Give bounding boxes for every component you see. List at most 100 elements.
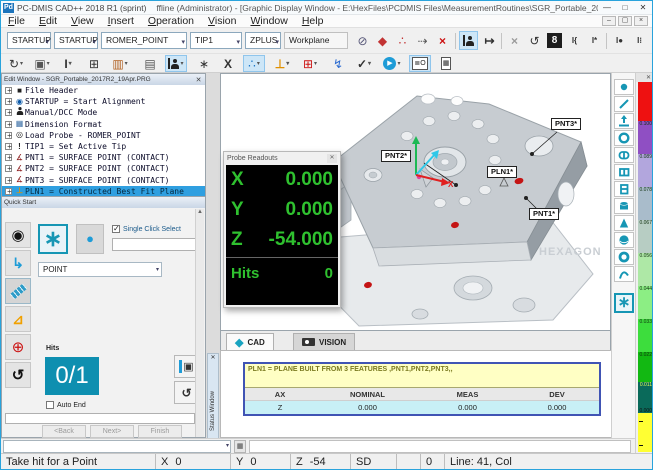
next-button[interactable]: Next> (90, 425, 134, 438)
minimize-button[interactable]: — (598, 2, 616, 13)
feature-label-pnt2[interactable]: PNT2* (381, 150, 411, 162)
finish-button[interactable]: Finish (138, 425, 182, 438)
plane-feature-icon[interactable] (614, 113, 634, 129)
manual-mode-icon[interactable] (459, 31, 478, 50)
auto-feature-button[interactable]: ∗ (38, 224, 68, 254)
expand-icon[interactable] (5, 98, 12, 105)
menu-help[interactable]: Help (295, 15, 331, 28)
scan-points-icon[interactable]: ⇢ (413, 31, 432, 50)
torus-feature-icon[interactable] (614, 249, 634, 265)
expand-icon[interactable] (5, 121, 12, 128)
color-scale-header[interactable]: ✕ (636, 73, 653, 82)
feature-label-pln1[interactable]: PLN1* (487, 166, 517, 178)
expand-icon[interactable] (5, 165, 12, 172)
feature-label-pnt1[interactable]: PNT1* (529, 208, 559, 220)
single-click-input[interactable] (112, 238, 198, 251)
program-mode-icon[interactable]: 8 (545, 31, 564, 50)
point-cloud-icon[interactable]: ∴ (393, 31, 412, 50)
circle-feature-icon[interactable] (614, 130, 634, 146)
curve-feature-icon[interactable] (614, 266, 634, 282)
mdi-close-button[interactable]: × (634, 16, 648, 26)
probe-readouts-close-icon[interactable]: ✕ (327, 154, 337, 163)
translate-view-icon[interactable]: ⊞ (83, 55, 105, 72)
alignment-mode-button[interactable]: ↳ (5, 250, 31, 276)
menu-file[interactable]: File (1, 15, 32, 28)
tools-icon[interactable]: X (217, 55, 239, 72)
probe-readouts-header[interactable]: Probe Readouts ✕ (224, 152, 340, 165)
menu-view[interactable]: View (64, 15, 101, 28)
menu-edit[interactable]: Edit (32, 15, 64, 28)
target-mode-button[interactable]: ⊕ (5, 334, 31, 360)
probe-readouts-window[interactable]: Probe Readouts ✕ X0.000 Y0.000 Z-54.000 … (223, 151, 341, 308)
sphere-feature-icon[interactable] (614, 232, 634, 248)
menu-vision[interactable]: Vision (201, 15, 243, 28)
hits-expand-icon[interactable]: I* (585, 31, 604, 50)
pointcloud-ops-icon[interactable]: ∴▾ (243, 55, 265, 72)
notch-feature-icon[interactable] (614, 181, 634, 197)
probe-readout-window-icon[interactable]: ≣O (409, 55, 431, 72)
rotate-mode-button[interactable]: ↺ (5, 362, 31, 388)
quick-feature-icon[interactable]: ↯ (327, 55, 349, 72)
point-feature-icon[interactable] (614, 79, 634, 95)
report-window-icon[interactable]: ▦ (435, 55, 457, 72)
expand-icon[interactable] (5, 154, 12, 161)
erase-hit-icon[interactable]: ↺ (525, 31, 544, 50)
workplane-label-combo[interactable]: Workplane (284, 32, 348, 49)
menu-insert[interactable]: Insert (101, 15, 141, 28)
tree-item-pnt2[interactable]: ∡PNT2 = SURFACE POINT (CONTACT) (2, 163, 205, 174)
expand-icon[interactable] (5, 143, 12, 150)
person-mode-icon[interactable]: ▾ (165, 55, 187, 72)
rotate-view-icon[interactable]: ↻▾ (5, 55, 27, 72)
back-button[interactable]: <Back (42, 425, 86, 438)
tab-cad[interactable]: ◆ CAD (226, 333, 274, 350)
workplane-combo[interactable]: ZPLUS▾ (245, 32, 281, 49)
tree-item-tip1[interactable]: !TIP1 = Set Active Tip (2, 141, 205, 152)
menu-window[interactable]: Window (243, 15, 294, 28)
single-click-checkbox[interactable] (112, 225, 120, 233)
datum-icon[interactable]: ⊥▾ (271, 55, 293, 72)
menu-operation[interactable]: Operation (141, 15, 201, 28)
probe-mode-button[interactable]: ◉ (5, 222, 31, 248)
command-preview-input[interactable] (5, 413, 195, 424)
auto-end-checkbox[interactable] (46, 401, 54, 409)
tree-item-dimension-format[interactable]: ▦Dimension Format (2, 119, 205, 130)
dimension-result-table[interactable]: PLN1 = PLANE BUILT FROM 3 FEATURES ,PNT1… (243, 362, 601, 416)
delete-hits-icon[interactable]: × (505, 31, 524, 50)
alignment-combo[interactable]: STARTUP▾ (7, 32, 51, 49)
quick-start-scrollbar[interactable]: ▲ (195, 209, 204, 437)
comment-icon[interactable]: ▤ (139, 55, 161, 72)
probe-compensation-icon[interactable]: ⊘ (353, 31, 372, 50)
feature-type-combo[interactable]: POINT▾ (38, 262, 162, 277)
expand-icon[interactable] (5, 132, 12, 139)
round-slot-feature-icon[interactable] (614, 147, 634, 163)
ball-hits-icon[interactable]: I● (610, 31, 629, 50)
expand-icon[interactable] (5, 177, 12, 184)
tree-item-manual-dcc[interactable]: Manual/DCC Mode (2, 107, 205, 118)
feature-label-pnt3[interactable]: PNT3* (551, 118, 581, 130)
line-feature-icon[interactable] (614, 96, 634, 112)
tree-item-load-probe[interactable]: ◎Load Probe - ROMER_POINT (2, 130, 205, 141)
target-grid-icon[interactable]: ⊞▾ (299, 55, 321, 72)
expand-icon[interactable] (5, 87, 12, 94)
measure-mode-button[interactable] (5, 278, 31, 304)
play-icon[interactable]: ▶▾ (381, 55, 403, 72)
dimension-mode-button[interactable]: ⊿ (5, 306, 31, 332)
maximize-button[interactable]: □ (616, 2, 634, 13)
cone-feature-icon[interactable] (614, 215, 634, 231)
color-scale-close-icon[interactable]: ✕ (646, 74, 651, 81)
status-window-close-icon[interactable]: ✕ (208, 354, 218, 361)
mdi-restore-button[interactable]: ▢ (618, 16, 632, 26)
tab-vision[interactable]: VISION (293, 333, 355, 350)
execute-check-icon[interactable]: ✓▾ (353, 55, 375, 72)
trim-icon[interactable]: × (433, 31, 452, 50)
wand-icon[interactable]: ∗ (193, 55, 215, 72)
status-window-strip[interactable]: ✕ Status Window (207, 353, 219, 451)
probe-tool-icon[interactable]: ◆ (373, 31, 392, 50)
cube-view-icon[interactable]: ▣▾ (31, 55, 53, 72)
probe-display-icon[interactable]: I▾ (57, 55, 79, 72)
close-button[interactable]: ✕ (634, 2, 652, 13)
tree-item-pnt3[interactable]: ∡PNT3 = SURFACE POINT (CONTACT) (2, 175, 205, 186)
dcc-mode-icon[interactable]: ↦ (480, 31, 499, 50)
dot-hits-icon[interactable]: I⁝ (630, 31, 649, 50)
command-combo[interactable]: ▾ (3, 440, 231, 453)
